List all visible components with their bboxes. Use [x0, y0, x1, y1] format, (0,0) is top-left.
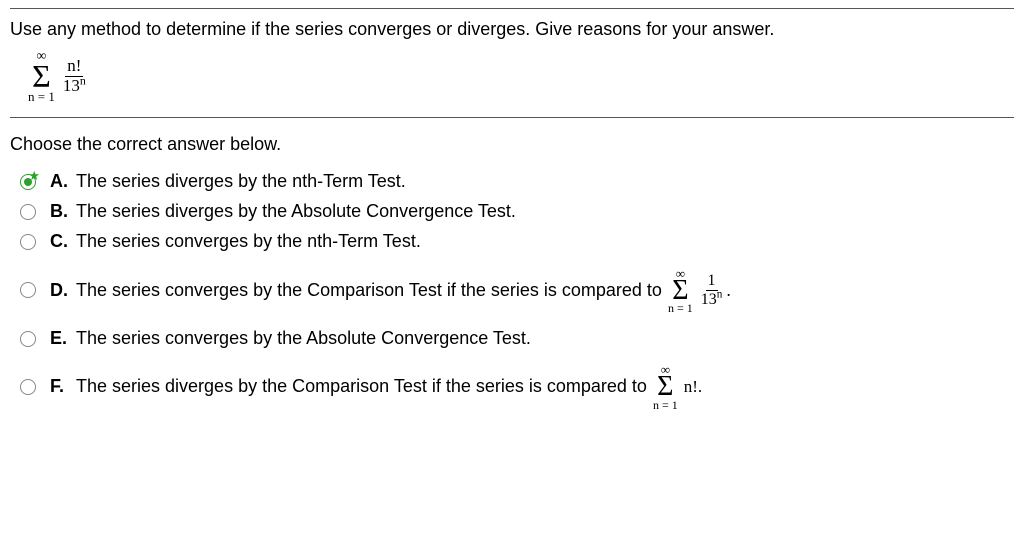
- sigma-symbol: Σ: [657, 376, 673, 398]
- option-letter: C.: [50, 229, 76, 254]
- option-letter: F.: [50, 374, 76, 399]
- option-text: The series converges by the Comparison T…: [76, 267, 731, 314]
- option-letter: A.: [50, 169, 76, 194]
- question-block: Use any method to determine if the serie…: [10, 8, 1014, 118]
- option-b[interactable]: B. The series diverges by the Absolute C…: [20, 199, 1014, 224]
- option-d[interactable]: D. The series converges by the Compariso…: [20, 267, 1014, 314]
- radio-e[interactable]: [20, 331, 36, 347]
- sigma-lower: n = 1: [28, 90, 55, 103]
- option-text: The series diverges by the Absolute Conv…: [76, 199, 516, 224]
- option-text: The series diverges by the nth-Term Test…: [76, 169, 406, 194]
- radio-c[interactable]: [20, 234, 36, 250]
- option-c[interactable]: C. The series converges by the nth-Term …: [20, 229, 1014, 254]
- sigma-block: ∞ Σ n = 1: [653, 363, 678, 410]
- option-f[interactable]: F. The series diverges by the Comparison…: [20, 363, 1014, 410]
- radio-b[interactable]: [20, 204, 36, 220]
- option-f-formula: ∞ Σ n = 1 n!.: [653, 363, 702, 410]
- term: n!.: [684, 375, 702, 399]
- series-formula: ∞ Σ n = 1 n! 13n: [28, 50, 88, 103]
- option-letter: D.: [50, 278, 76, 303]
- option-text: The series diverges by the Comparison Te…: [76, 363, 702, 410]
- sigma-symbol: Σ: [32, 64, 51, 90]
- option-letter: E.: [50, 326, 76, 351]
- radio-a[interactable]: ★: [20, 174, 36, 190]
- radio-d[interactable]: [20, 282, 36, 298]
- option-letter: B.: [50, 199, 76, 224]
- option-a[interactable]: ★ A. The series diverges by the nth-Term…: [20, 169, 1014, 194]
- fraction: 1 13n: [699, 272, 725, 308]
- fraction: n! 13n: [61, 57, 88, 95]
- question-prompt: Use any method to determine if the serie…: [10, 17, 1014, 42]
- sub-prompt: Choose the correct answer below.: [10, 132, 1014, 157]
- option-text: The series converges by the nth-Term Tes…: [76, 229, 421, 254]
- sigma-block: ∞ Σ n = 1: [668, 267, 693, 314]
- denominator: 13n: [61, 77, 88, 96]
- sigma-block: ∞ Σ n = 1: [28, 50, 55, 103]
- correct-star-icon: ★: [28, 169, 40, 182]
- option-text: The series converges by the Absolute Con…: [76, 326, 531, 351]
- option-e[interactable]: E. The series converges by the Absolute …: [20, 326, 1014, 351]
- radio-f[interactable]: [20, 379, 36, 395]
- period: .: [726, 278, 731, 303]
- options-group: ★ A. The series diverges by the nth-Term…: [20, 169, 1014, 411]
- sigma-symbol: Σ: [672, 280, 688, 302]
- option-d-formula: ∞ Σ n = 1 1 13n .: [668, 267, 731, 314]
